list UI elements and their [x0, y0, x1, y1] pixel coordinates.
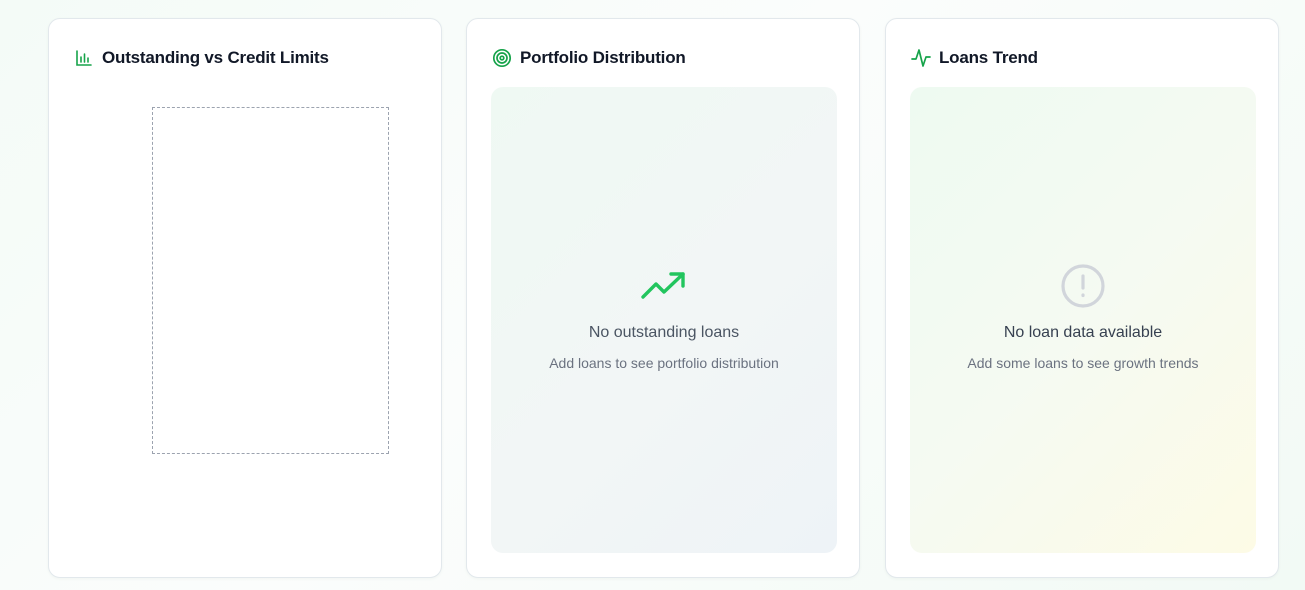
outstanding-vs-credit-card: Outstanding vs Credit Limits: [48, 18, 442, 578]
card-header: Outstanding vs Credit Limits: [74, 47, 329, 69]
empty-state-title: No loan data available: [1003, 324, 1163, 341]
chart-placeholder: [152, 107, 389, 454]
card-title: Loans Trend: [939, 48, 1038, 67]
empty-state-subtitle: Add loans to see portfolio distribution: [549, 355, 779, 371]
target-icon: [492, 48, 512, 68]
empty-state-panel: No loan data available Add some loans to…: [910, 87, 1256, 553]
card-header: Loans Trend: [911, 47, 1038, 69]
portfolio-distribution-card: Portfolio Distribution No outstanding lo…: [466, 18, 860, 578]
card-title: Outstanding vs Credit Limits: [102, 48, 329, 67]
activity-icon: [911, 48, 931, 68]
trending-up-icon: [640, 262, 688, 310]
empty-state-subtitle: Add some loans to see growth trends: [967, 355, 1199, 371]
empty-state-panel: No outstanding loans Add loans to see po…: [491, 87, 837, 553]
alert-circle-icon: [1059, 262, 1107, 310]
loans-trend-card: Loans Trend No loan data available Add s…: [885, 18, 1279, 578]
card-title: Portfolio Distribution: [520, 48, 686, 67]
card-header: Portfolio Distribution: [492, 47, 686, 69]
bar-chart-icon: [74, 48, 94, 68]
empty-state-title: No outstanding loans: [588, 324, 740, 341]
